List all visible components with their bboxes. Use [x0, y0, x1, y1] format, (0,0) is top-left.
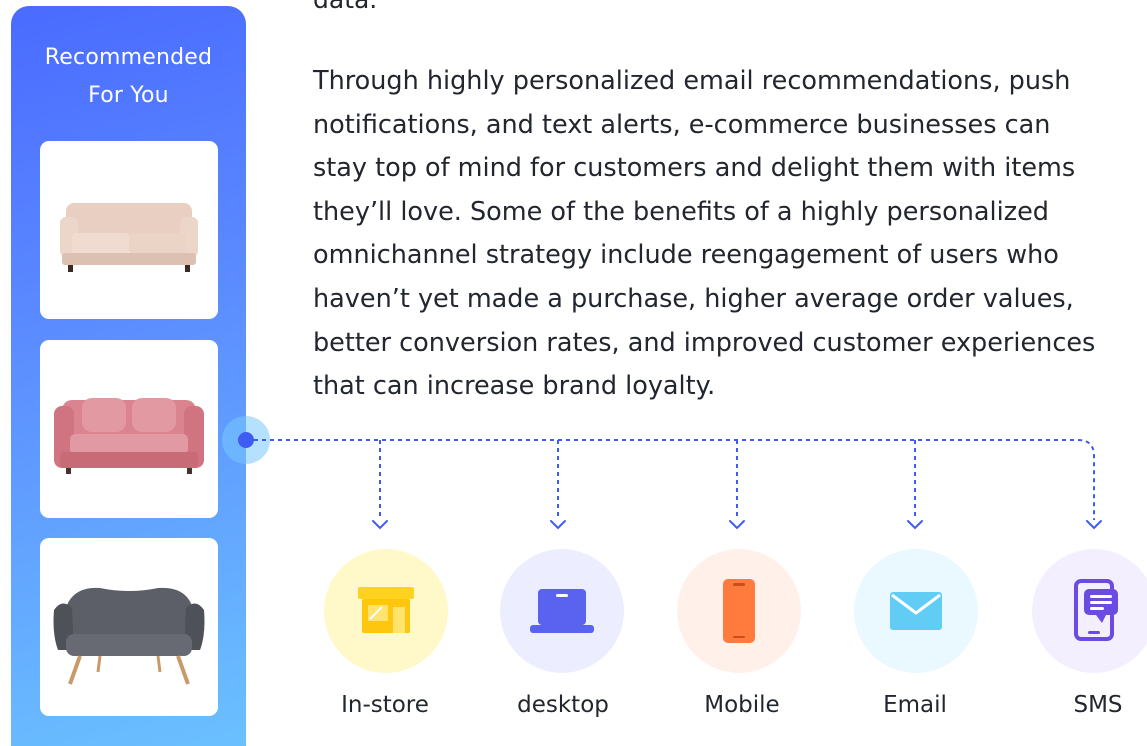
channel-email[interactable] [854, 549, 978, 673]
channel-mobile[interactable] [677, 549, 801, 673]
store-icon [358, 587, 414, 633]
channel-in-store[interactable] [324, 549, 448, 673]
arrowhead-email [907, 520, 923, 530]
channel-sms[interactable] [1032, 549, 1147, 673]
arrowhead-desktop [550, 520, 566, 530]
channel-label-in-store: In-store [341, 692, 429, 718]
laptop-icon [530, 589, 594, 633]
channel-desktop[interactable] [500, 549, 624, 673]
channel-label-sms: SMS [1073, 692, 1123, 718]
arrowhead-mobile [729, 520, 745, 530]
arrowhead-sms [1086, 520, 1102, 530]
phone-icon [723, 579, 755, 643]
page: Recommended For You Through highly perso… [0, 0, 1147, 746]
sms-icon [1074, 579, 1118, 641]
channel-label-email: Email [883, 692, 947, 718]
channel-label-desktop: desktop [517, 692, 609, 718]
channel-label-mobile: Mobile [704, 692, 780, 718]
arrowhead-in-store [372, 520, 388, 530]
email-icon [890, 592, 942, 630]
